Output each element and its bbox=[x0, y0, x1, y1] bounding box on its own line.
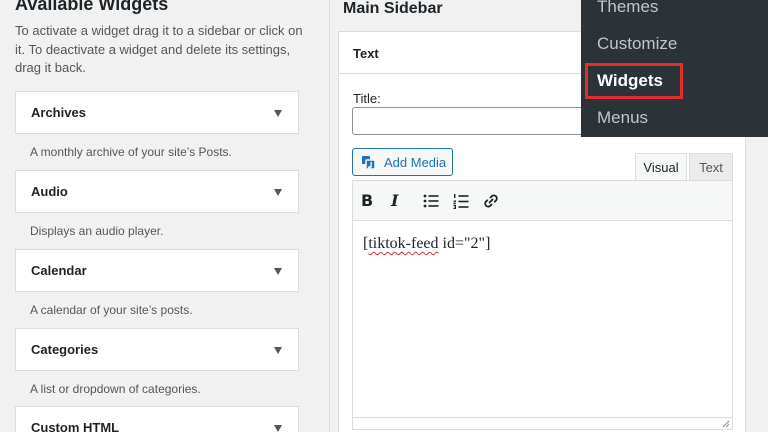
widget-name: Custom HTML bbox=[31, 420, 120, 432]
caret-down-icon[interactable] bbox=[274, 110, 282, 117]
widget-description: A calendar of your site’s posts. bbox=[30, 303, 193, 317]
text-widget-title: Text bbox=[353, 46, 379, 61]
editor-toolbar: B I bbox=[353, 181, 732, 221]
menu-item-customize[interactable]: Customize bbox=[597, 34, 677, 54]
widget-audio[interactable]: Audio bbox=[15, 170, 299, 213]
editor-content[interactable]: [tiktok-feed id="2"] bbox=[363, 235, 490, 253]
misspelled-word: tiktok-feed bbox=[368, 235, 439, 252]
available-widgets-description: To activate a widget drag it to a sideba… bbox=[15, 23, 303, 75]
caret-down-icon[interactable] bbox=[274, 425, 282, 432]
widget-custom-html[interactable]: Custom HTML bbox=[15, 406, 299, 432]
available-widgets-panel: Available Widgets To activate a widget d… bbox=[0, 0, 318, 432]
text-editor[interactable]: B I [tiktok-feed id="2"] bbox=[352, 180, 733, 430]
sidebar-title: Main Sidebar bbox=[343, 0, 443, 17]
bulleted-list-icon[interactable] bbox=[421, 191, 443, 211]
title-label: Title: bbox=[353, 91, 381, 106]
available-widgets-title: Available Widgets bbox=[15, 0, 169, 14]
widget-calendar[interactable]: Calendar bbox=[15, 249, 299, 292]
add-media-label: Add Media bbox=[384, 155, 447, 170]
media-icon bbox=[362, 156, 376, 170]
widgets-highlight-box bbox=[585, 63, 683, 99]
caret-down-icon[interactable] bbox=[274, 189, 282, 196]
widget-name: Audio bbox=[31, 184, 68, 199]
widget-categories[interactable]: Categories bbox=[15, 328, 299, 371]
widget-archives[interactable]: Archives bbox=[15, 91, 299, 134]
editor-statusbar bbox=[353, 417, 732, 429]
appearance-submenu: Themes Customize Widgets Menus bbox=[581, 0, 768, 137]
caret-down-icon[interactable] bbox=[274, 347, 282, 354]
menu-item-themes[interactable]: Themes bbox=[597, 0, 658, 17]
widget-name: Calendar bbox=[31, 263, 87, 278]
widget-description: A list or dropdown of categories. bbox=[30, 382, 201, 396]
content-suffix: id="2"] bbox=[438, 235, 491, 252]
add-media-button[interactable]: Add Media bbox=[352, 148, 453, 176]
italic-button[interactable]: I bbox=[391, 191, 413, 211]
menu-item-menus[interactable]: Menus bbox=[597, 108, 648, 128]
widget-description: Displays an audio player. bbox=[30, 224, 164, 238]
widget-name: Archives bbox=[31, 105, 86, 120]
tab-visual-label: Visual bbox=[643, 160, 679, 175]
bold-button[interactable]: B bbox=[361, 191, 383, 211]
resize-handle-icon[interactable] bbox=[721, 419, 730, 428]
tab-visual[interactable]: Visual bbox=[635, 153, 687, 181]
tab-text-label: Text bbox=[699, 160, 723, 175]
link-icon[interactable] bbox=[481, 191, 503, 211]
column-divider bbox=[329, 0, 330, 432]
widget-description: A monthly archive of your site’s Posts. bbox=[30, 145, 232, 159]
widget-name: Categories bbox=[31, 342, 99, 357]
numbered-list-icon[interactable] bbox=[451, 191, 473, 211]
caret-down-icon[interactable] bbox=[274, 268, 282, 275]
tab-text[interactable]: Text bbox=[689, 153, 733, 181]
